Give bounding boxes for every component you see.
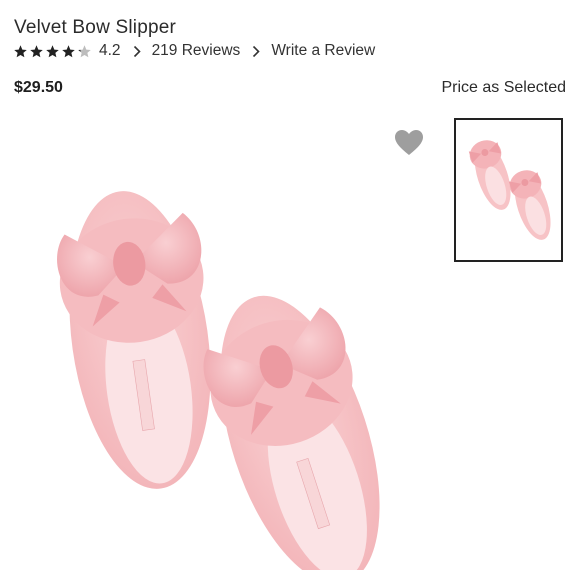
star-rating [13, 44, 93, 59]
star-icon [30, 44, 43, 57]
chevron-right-icon [133, 45, 142, 58]
write-review-link[interactable]: Write a Review [271, 42, 375, 60]
product-price: $29.50 [14, 79, 63, 96]
star-icon [62, 44, 75, 57]
star-icon-partial [78, 44, 91, 57]
product-image [57, 191, 380, 570]
product-title: Velvet Bow Slipper [14, 17, 177, 38]
product-thumbnail[interactable] [454, 118, 563, 262]
rating-value: 4.2 [99, 42, 121, 59]
left-slipper [57, 191, 211, 489]
thumbnail-image [468, 140, 551, 240]
chevron-right-icon [252, 45, 261, 58]
right-slipper [203, 295, 380, 570]
star-icon [14, 44, 27, 57]
price-note: Price as Selected [441, 79, 566, 96]
rating-row: 4.2 219 Reviews Write a Review [13, 41, 375, 61]
reviews-link[interactable]: 219 Reviews [152, 42, 241, 60]
star-icon [46, 44, 59, 57]
